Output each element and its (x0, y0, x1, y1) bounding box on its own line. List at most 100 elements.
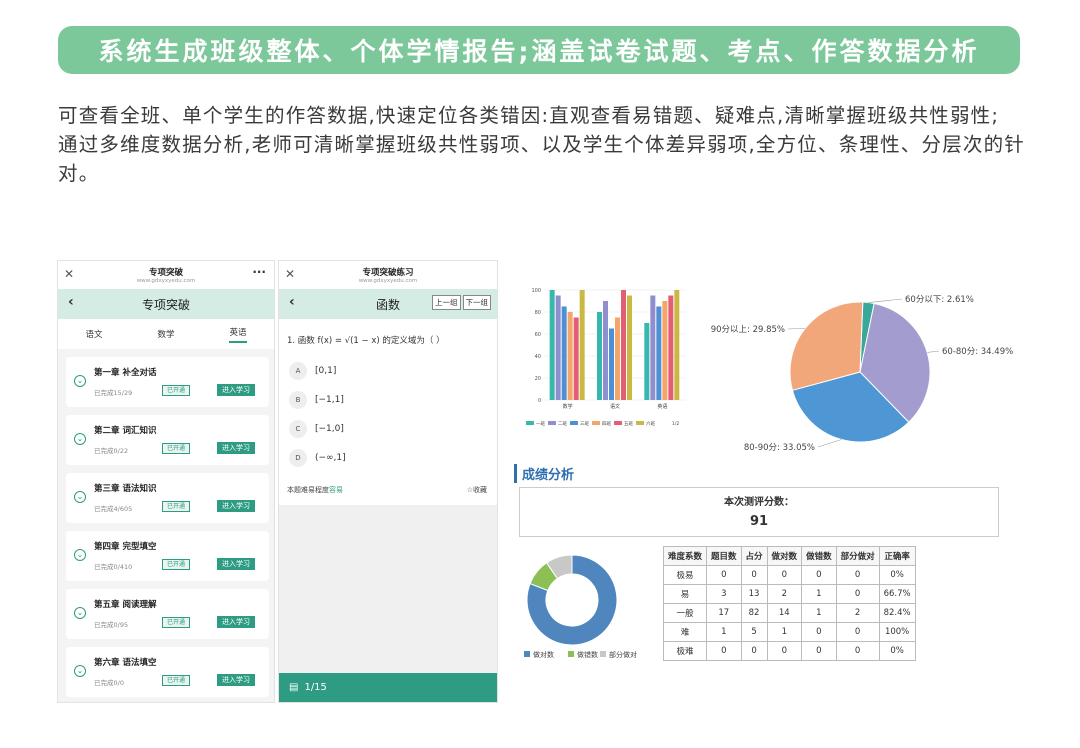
next-group-button[interactable]: 下一组 (462, 295, 491, 310)
back-icon[interactable]: ‹ (289, 294, 295, 310)
banner-title: 系统生成班级整体、个体学情报告;涵盖试卷试题、考点、作答数据分析 (58, 26, 1020, 74)
option-key: D (289, 449, 307, 467)
table-cell: 0 (835, 641, 880, 661)
table-cell: 0 (740, 565, 768, 585)
pie-label: 90分以上: 29.85% (711, 325, 785, 335)
bar (567, 312, 573, 400)
column-header: 部分做对 (835, 546, 880, 566)
option-value: [−1,0] (315, 424, 344, 434)
table-row: 易 3 13 2 1 0 66.7% (662, 584, 916, 604)
chapter-card[interactable]: ⌄ 第二章 词汇知识 已完成0/22 已开通 进入学习 (66, 415, 269, 465)
label-leader (868, 298, 903, 303)
chevron-down-icon[interactable]: ⌄ (74, 375, 86, 387)
favorite-button[interactable]: ☆收藏 (467, 485, 487, 495)
option-key: A (289, 362, 307, 380)
more-icon[interactable]: ··· (252, 265, 266, 279)
score-box: 本次测评分数： 91 (519, 487, 999, 537)
legend-swatch (614, 421, 622, 425)
tab-chinese[interactable]: 语文 (85, 328, 102, 340)
nav-title: 专项突破 (141, 297, 190, 312)
chapter-progress: 已完成15/29 (94, 389, 133, 397)
tab-english[interactable]: 英语 (229, 326, 247, 343)
status-badge: 已开通 (162, 385, 191, 396)
column-header: 题目数 (706, 546, 742, 566)
option-a[interactable]: A [0,1] (289, 362, 336, 380)
enter-study-button[interactable]: 进入学习 (217, 674, 255, 686)
table-header-row: 难度系数 题目数 占分 做对数 做错数 部分做对 正确率 (662, 546, 916, 566)
nav-title: 函数 (375, 297, 400, 312)
topbar-title: 专项突破 (148, 268, 183, 278)
table-cell: 0 (766, 641, 803, 661)
content-area (279, 505, 497, 675)
chapter-card[interactable]: ⌄ 第四章 完型填空 已完成0/410 已开通 进入学习 (66, 531, 269, 581)
bar (627, 295, 632, 400)
topbar-title: 专项突破练习 (362, 268, 414, 278)
table-cell: 1 (801, 603, 837, 623)
column-header: 占分 (740, 546, 768, 566)
option-c[interactable]: C [−1,0] (289, 420, 344, 438)
chapter-title: 第六章 语法填空 (94, 658, 157, 668)
option-value: (−∞,1] (315, 453, 346, 463)
close-icon[interactable]: ✕ (285, 267, 295, 281)
legend-swatch (524, 651, 530, 657)
close-icon[interactable]: ✕ (64, 267, 74, 281)
page-indicator: 1/15 (304, 682, 327, 693)
legend-label: 做对数 (533, 650, 554, 659)
enter-study-button[interactable]: 进入学习 (217, 616, 255, 628)
chapter-card[interactable]: ⌄ 第六章 语法填空 已完成0/0 已开通 进入学习 (66, 647, 269, 697)
back-icon[interactable]: ‹ (68, 294, 74, 310)
chevron-down-icon[interactable]: ⌄ (74, 433, 86, 445)
chapter-card[interactable]: ⌄ 第五章 阅读理解 已完成0/95 已开通 进入学习 (66, 589, 269, 639)
enter-study-button[interactable]: 进入学习 (217, 384, 255, 396)
bar (662, 301, 668, 400)
table-cell: 1 (801, 584, 837, 604)
tab-math[interactable]: 数学 (157, 328, 174, 340)
enter-study-button[interactable]: 进入学习 (217, 558, 255, 570)
prev-group-button[interactable]: 上一组 (432, 295, 461, 310)
y-tick-label: 40 (535, 354, 541, 360)
legend-label: 五班 (624, 420, 633, 427)
legend-swatch (568, 651, 574, 657)
bar (621, 290, 626, 400)
table-cell: 0 (801, 641, 837, 661)
nav-bar: ‹ 函数 上一组 下一组 (279, 289, 497, 319)
table-cell: 3 (706, 584, 742, 604)
bar (579, 290, 585, 400)
column-header: 正确率 (878, 546, 916, 566)
chevron-down-icon[interactable]: ⌄ (74, 549, 86, 561)
intro-text: 可查看全班、单个学生的作答数据,快速定位各类错因:直观查看易错题、疑难点,清晰掌… (58, 101, 1028, 188)
legend-swatch (526, 421, 534, 425)
score-value: 91 (749, 514, 769, 529)
pie-label: 60分以下: 2.61% (905, 295, 974, 305)
difficulty-row: 本题难易程度容易 (287, 485, 343, 495)
chapter-card[interactable]: ⌄ 第一章 补全对话 已完成15/29 已开通 进入学习 (66, 357, 269, 407)
y-tick-label: 80 (535, 310, 541, 316)
status-badge: 已开通 (162, 443, 191, 454)
table-cell: 2 (766, 584, 803, 604)
table-row: 极易 0 0 0 0 0 0% (662, 565, 916, 585)
table-cell: 一般 (662, 603, 708, 623)
chevron-down-icon[interactable]: ⌄ (74, 491, 86, 503)
table-cell: 1 (766, 622, 803, 642)
difficulty-label: 本题难易程度 (287, 486, 329, 494)
chevron-down-icon[interactable]: ⌄ (74, 665, 86, 677)
score-distribution-pie: 60分以下: 2.61% 60-80分: 34.49% 80-90分: 33.05%… (711, 295, 1013, 453)
bar (597, 312, 602, 400)
table-cell: 66.7% (878, 584, 916, 604)
option-b[interactable]: B [−1,1] (289, 391, 344, 409)
table-row: 一般 17 82 14 1 2 82.4% (662, 603, 916, 623)
table-cell: 1 (706, 622, 742, 642)
option-d[interactable]: D (−∞,1] (289, 449, 346, 467)
chapter-card[interactable]: ⌄ 第三章 语法知识 已完成4/605 已开通 进入学习 (66, 473, 269, 523)
enter-study-button[interactable]: 进入学习 (217, 442, 255, 454)
table-cell: 极难 (662, 641, 708, 661)
table-cell: 5 (740, 622, 768, 642)
legend-swatch (570, 421, 578, 425)
legend-swatch (548, 421, 556, 425)
bar (668, 295, 674, 400)
chevron-down-icon[interactable]: ⌄ (74, 607, 86, 619)
legend-label: 做错数 (577, 650, 598, 659)
question-text: 1. 函数 f(x) = √(1 − x) 的定义域为（ ） (287, 336, 445, 346)
answer-sheet-icon[interactable]: ▤ (289, 682, 298, 693)
enter-study-button[interactable]: 进入学习 (217, 500, 255, 512)
